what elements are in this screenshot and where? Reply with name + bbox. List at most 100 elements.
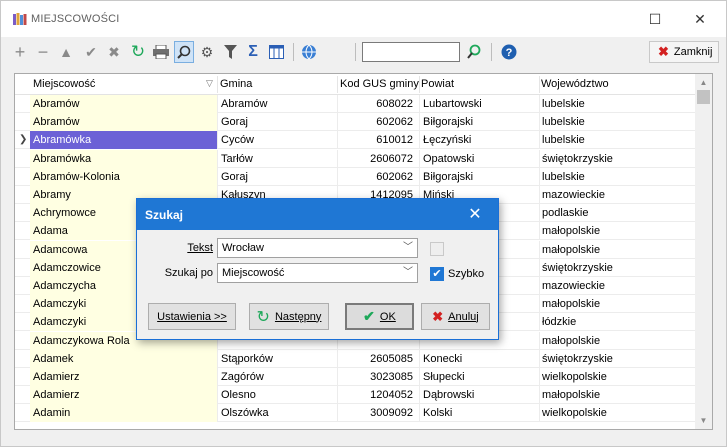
cell-kod[interactable]: 3009092 — [337, 404, 419, 423]
ok-button[interactable]: ✔ OK — [345, 303, 414, 330]
cell-miejscowosc[interactable]: Abramów-Kolonia — [30, 167, 217, 186]
cell-gmina[interactable]: Tarłów — [217, 149, 337, 168]
cell-kod[interactable]: 610012 — [337, 131, 419, 150]
cell-miejscowosc[interactable]: Abramówka — [30, 131, 217, 150]
cell-kod[interactable]: 602062 — [337, 113, 419, 132]
cell-powiat[interactable]: Biłgorajski — [419, 167, 539, 186]
column-header-powiat[interactable]: Powiat — [421, 78, 454, 90]
add-icon[interactable]: + — [10, 41, 30, 63]
cell-wojewodztwo[interactable]: mazowieckie — [539, 186, 695, 204]
table-row[interactable]: Adamierz Zagórów 3023085 Słupecki wielkopols… — [15, 368, 695, 386]
cell-powiat[interactable]: Konecki — [419, 349, 539, 368]
cell-gmina[interactable]: Olesno — [217, 386, 337, 405]
cell-wojewodztwo[interactable]: lubelskie — [539, 95, 695, 113]
print-icon[interactable] — [151, 41, 171, 63]
cell-gmina[interactable]: Cyców — [217, 131, 337, 150]
table-row[interactable]: Adamierz Olesno 1204052 Dąbrowski małopolski… — [15, 386, 695, 405]
confirm-icon[interactable]: ✔ — [81, 41, 101, 63]
table-row[interactable]: Abramów Abramów 608022 Lubartowski lubelskie — [15, 95, 695, 113]
chevron-down-icon[interactable]: ﹀ — [403, 239, 413, 257]
cell-wojewodztwo[interactable]: lubelskie — [539, 113, 695, 132]
refresh-icon[interactable]: ↻ — [128, 41, 148, 63]
cell-miejscowosc[interactable]: Adamin — [30, 404, 217, 423]
scroll-up-icon[interactable]: ▲ — [695, 76, 712, 90]
settings-button[interactable]: Ustawienia >> — [148, 303, 236, 330]
columns-icon[interactable] — [266, 41, 286, 63]
scroll-thumb[interactable] — [697, 90, 710, 104]
cell-kod[interactable]: 1204052 — [337, 386, 419, 405]
cell-powiat[interactable]: Biłgorajski — [419, 113, 539, 132]
cell-powiat[interactable]: Łęczyński — [419, 131, 539, 150]
table-row[interactable]: Adamek Stąporków 2605085 Konecki świętokrzys… — [15, 349, 695, 368]
close-button[interactable]: ✖ Zamknij — [649, 41, 719, 63]
cell-wojewodztwo[interactable]: świętokrzyskie — [539, 349, 695, 368]
cell-kod[interactable]: 2606072 — [337, 149, 419, 168]
cell-miejscowosc[interactable]: Adamek — [30, 349, 217, 368]
cell-wojewodztwo[interactable]: łódzkie — [539, 313, 695, 332]
find-next-icon[interactable] — [464, 41, 484, 63]
cell-miejscowosc[interactable]: Adamierz — [30, 368, 217, 386]
column-header-kod[interactable]: Kod GUS gminy — [340, 78, 419, 90]
cell-gmina[interactable]: Goraj — [217, 113, 337, 132]
maximize-icon[interactable]: ☐ — [643, 9, 667, 29]
cell-wojewodztwo[interactable]: wielkopolskie — [539, 404, 695, 423]
cell-powiat[interactable]: Kolski — [419, 404, 539, 423]
cell-powiat[interactable]: Lubartowski — [419, 95, 539, 113]
vertical-scrollbar[interactable]: ▲ ▼ — [695, 74, 712, 429]
cell-miejscowosc[interactable]: Abramów — [30, 113, 217, 132]
cancel-button[interactable]: ✖ Anuluj — [421, 303, 490, 330]
cell-wojewodztwo[interactable]: małopolskie — [539, 331, 695, 350]
cell-wojewodztwo[interactable]: małopolskie — [539, 295, 695, 314]
cancel-icon[interactable]: ✖ — [104, 41, 124, 63]
sum-icon[interactable]: Σ — [243, 41, 263, 63]
cell-powiat[interactable]: Opatowski — [419, 149, 539, 168]
cell-wojewodztwo[interactable]: małopolskie — [539, 222, 695, 241]
cell-wojewodztwo[interactable]: małopolskie — [539, 386, 695, 405]
close-window-icon[interactable]: ✕ — [688, 9, 712, 29]
help-icon[interactable]: ? — [499, 41, 519, 63]
cell-gmina[interactable]: Abramów — [217, 95, 337, 113]
settings-icon[interactable]: ⚙ — [197, 41, 217, 63]
next-button[interactable]: ↻ Następny — [249, 303, 329, 330]
cell-kod[interactable]: 2605085 — [337, 349, 419, 368]
search-by-combo[interactable]: Miejscowość ﹀ — [217, 263, 418, 283]
fast-checkbox[interactable]: ✔ — [430, 267, 444, 281]
cell-miejscowosc[interactable]: Adamierz — [30, 386, 217, 405]
cell-wojewodztwo[interactable]: świętokrzyskie — [539, 149, 695, 168]
cell-wojewodztwo[interactable]: świętokrzyskie — [539, 258, 695, 277]
remove-icon[interactable]: − — [33, 41, 53, 63]
globe-icon[interactable] — [299, 41, 319, 63]
chevron-down-icon[interactable]: ﹀ — [403, 264, 413, 282]
edit-icon[interactable]: ▲ — [56, 41, 76, 63]
text-combo[interactable]: Wrocław ﹀ — [217, 238, 418, 258]
table-row[interactable]: ❯ Abramówka Cyców 610012 Łęczyński lubelskie — [15, 131, 695, 150]
cell-gmina[interactable]: Zagórów — [217, 368, 337, 386]
table-row[interactable]: Abramów Goraj 602062 Biłgorajski lubelskie — [15, 113, 695, 132]
cell-wojewodztwo[interactable]: lubelskie — [539, 131, 695, 150]
cell-gmina[interactable]: Olszówka — [217, 404, 337, 423]
cell-powiat[interactable]: Słupecki — [419, 368, 539, 386]
cell-wojewodztwo[interactable]: podlaskie — [539, 204, 695, 223]
cell-powiat[interactable]: Dąbrowski — [419, 386, 539, 405]
search-icon[interactable] — [174, 41, 194, 63]
table-row[interactable]: Abramów-Kolonia Goraj 602062 Biłgorajski lub… — [15, 167, 695, 186]
dialog-close-icon[interactable]: ✕ — [462, 205, 488, 225]
table-row[interactable]: Abramówka Tarłów 2606072 Opatowski świętokrz… — [15, 149, 695, 168]
cell-kod[interactable]: 608022 — [337, 95, 419, 113]
cell-wojewodztwo[interactable]: lubelskie — [539, 167, 695, 186]
column-header-gmina[interactable]: Gmina — [220, 78, 252, 90]
cell-miejscowosc[interactable]: Abramów — [30, 95, 217, 113]
sort-icon[interactable]: ▽ — [206, 78, 213, 89]
cell-kod[interactable]: 602062 — [337, 167, 419, 186]
cell-miejscowosc[interactable]: Abramówka — [30, 149, 217, 168]
scroll-down-icon[interactable]: ▼ — [695, 414, 712, 428]
cell-wojewodztwo[interactable]: małopolskie — [539, 240, 695, 259]
filter-icon[interactable] — [220, 41, 240, 63]
table-row[interactable]: Adamin Olszówka 3009092 Kolski wielkopolskie — [15, 404, 695, 423]
column-header-wojewodztwo[interactable]: Województwo — [541, 78, 609, 90]
cell-kod[interactable]: 3023085 — [337, 368, 419, 386]
column-header-miejscowosc[interactable]: Miejscowość — [33, 78, 95, 90]
toolbar-search-input[interactable] — [362, 42, 460, 62]
cell-gmina[interactable]: Goraj — [217, 167, 337, 186]
cell-wojewodztwo[interactable]: mazowieckie — [539, 277, 695, 295]
